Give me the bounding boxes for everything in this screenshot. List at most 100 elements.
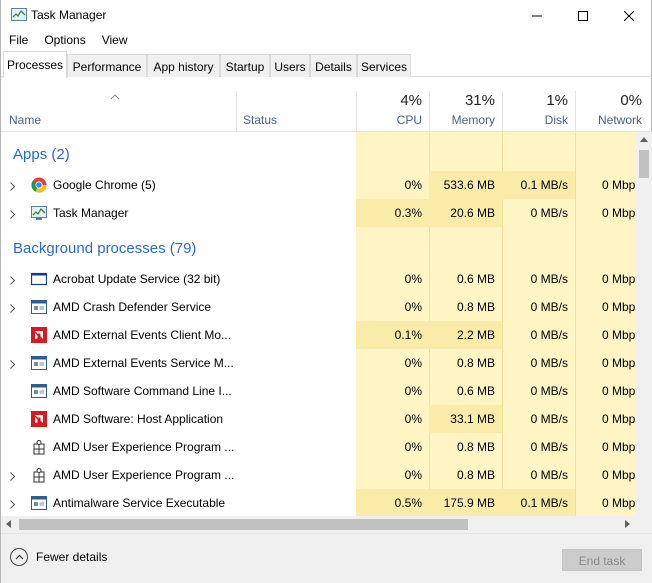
close-button[interactable]	[606, 0, 652, 31]
memory-value: 0.8 MB	[456, 300, 495, 314]
network-value: 0 Mbps	[602, 412, 636, 426]
chevron-right-icon[interactable]	[10, 498, 16, 512]
memory-value: 0.8 MB	[456, 356, 495, 370]
group-header-apps: Apps (2)	[13, 146, 70, 163]
disk-value: 0.1 MB/s	[502, 489, 575, 516]
process-row[interactable]: Acrobat Update Service (32 bit) 0% 0.6 MB 0…	[1, 265, 636, 293]
tab-startup[interactable]: Startup	[220, 54, 270, 77]
status-column-header[interactable]: Status	[237, 77, 356, 132]
process-row[interactable]: Google Chrome (5) 0% 533.6 MB 0.1 MB/s 0 Mbp…	[1, 171, 636, 199]
service-icon	[31, 355, 47, 371]
memory-value: 33.1 MB	[429, 405, 502, 433]
process-row[interactable]: AMD User Experience Program ... 0% 0.8 MB 0…	[1, 461, 636, 489]
scroll-up-icon[interactable]	[640, 137, 648, 142]
chevron-right-icon[interactable]	[10, 302, 16, 316]
memory-column-header[interactable]: 31% Memory	[429, 77, 502, 132]
process-name: AMD Software Command Line I...	[53, 384, 232, 398]
name-header-label: Name	[9, 113, 42, 127]
process-list[interactable]: Apps (2) Google Chrome (5) 0% 533.6 MB 0.1 M…	[1, 132, 636, 516]
process-name: AMD External Events Service M...	[53, 356, 234, 370]
cpu-value: 0%	[404, 440, 422, 454]
network-value: 0 Mbps	[602, 468, 636, 482]
chevron-right-icon[interactable]	[10, 274, 16, 288]
cpu-value: 0%	[404, 412, 422, 426]
process-row[interactable]: Antimalware Service Executable 0.5% 175.9 …	[1, 489, 636, 516]
disk-column-header[interactable]: 1% Disk	[502, 77, 575, 132]
network-value: 0 Mbps	[602, 328, 636, 342]
memory-value: 2.2 MB	[429, 321, 502, 349]
service-icon	[31, 495, 47, 511]
column-header: Name Status 4% CPU 31% Memory 1% Disk 0%…	[1, 77, 652, 132]
maximize-icon	[578, 10, 588, 21]
scroll-left-icon[interactable]	[6, 520, 11, 528]
process-row[interactable]: AMD Software: Host Application 0% 33.1 MB 0…	[1, 405, 636, 433]
process-name: Acrobat Update Service (32 bit)	[53, 272, 221, 286]
title-bar[interactable]: Task Manager	[1, 0, 652, 31]
process-row[interactable]: AMD External Events Service M... 0% 0.8 MB…	[1, 349, 636, 377]
chevron-right-icon[interactable]	[10, 358, 16, 372]
network-column-header[interactable]: 0% Network	[575, 77, 652, 132]
chevron-right-icon[interactable]	[10, 208, 16, 222]
tab-performance[interactable]: Performance	[67, 54, 147, 77]
tab-users[interactable]: Users	[270, 54, 310, 77]
minimize-button[interactable]	[514, 0, 560, 31]
fewer-details-button[interactable]: Fewer details	[10, 548, 107, 566]
scroll-right-icon[interactable]	[625, 520, 630, 528]
network-value: 0 Mbps	[602, 496, 636, 510]
memory-value: 0.8 MB	[456, 440, 495, 454]
process-name: Task Manager	[53, 206, 129, 220]
disk-header-label: Disk	[544, 113, 568, 127]
menu-view[interactable]: View	[94, 31, 136, 51]
process-name: AMD Crash Defender Service	[53, 300, 212, 314]
memory-value: 0.8 MB	[456, 468, 495, 482]
chevron-right-icon[interactable]	[10, 180, 16, 194]
network-value: 0 Mbps	[602, 178, 636, 192]
disk-value: 0 MB/s	[530, 356, 568, 370]
tab-bar: Processes Performance App history Startu…	[1, 51, 652, 78]
memory-value: 175.9 MB	[429, 489, 502, 516]
scrollbar-corner	[636, 516, 652, 533]
network-value: 0 Mbps	[602, 272, 636, 286]
process-name: AMD Software: Host Application	[53, 412, 224, 426]
name-column-header[interactable]: Name	[1, 77, 236, 132]
process-row[interactable]: AMD External Events Client Mo... 0.1% 2.2 …	[1, 321, 636, 349]
amd-icon	[31, 411, 47, 427]
network-value: 0 Mbps	[602, 206, 636, 220]
network-header-label: Network	[597, 113, 642, 127]
horizontal-scrollbar[interactable]	[1, 516, 636, 533]
network-value: 0 Mbps	[602, 300, 636, 314]
vertical-scroll-thumb[interactable]	[639, 150, 649, 178]
process-row[interactable]: Task Manager 0.3%20.6 MB 0 MB/s 0 Mbps	[1, 199, 636, 227]
cpu-column-header[interactable]: 4% CPU	[356, 77, 429, 132]
tab-processes[interactable]: Processes	[3, 51, 67, 78]
tab-app-history[interactable]: App history	[147, 54, 220, 77]
process-row[interactable]: AMD User Experience Program ... 0% 0.8 MB 0…	[1, 433, 636, 461]
cpu-value: 0.1%	[356, 321, 429, 349]
process-row[interactable]: AMD Crash Defender Service 0% 0.8 MB 0 MB/s…	[1, 293, 636, 321]
end-task-button[interactable]: End task	[562, 549, 642, 571]
maximize-button[interactable]	[560, 0, 606, 31]
menu-options[interactable]: Options	[36, 31, 93, 51]
horizontal-scroll-thumb[interactable]	[19, 519, 468, 530]
disk-value: 0 MB/s	[530, 206, 568, 220]
menu-file[interactable]: File	[1, 31, 36, 51]
group-header-background: Background processes (79)	[13, 240, 197, 257]
tab-services[interactable]: Services	[357, 54, 411, 77]
memory-total-percent: 31%	[464, 92, 495, 109]
chevron-right-icon[interactable]	[10, 470, 16, 484]
status-header-label: Status	[243, 113, 278, 127]
service-icon	[31, 383, 47, 399]
cpu-value: 0%	[404, 384, 422, 398]
process-row[interactable]: AMD Software Command Line I... 0% 0.6 MB 0 …	[1, 377, 636, 405]
disk-value: 0 MB/s	[530, 440, 568, 454]
cpu-header-label: CPU	[396, 113, 422, 127]
memory-header-label: Memory	[451, 113, 495, 127]
memory-value: 0.6 MB	[456, 384, 495, 398]
cpu-value: 0.5%	[356, 489, 429, 516]
tab-details[interactable]: Details	[310, 54, 357, 77]
vertical-scrollbar[interactable]	[636, 132, 652, 516]
task-manager-icon	[31, 205, 47, 221]
puzzle-icon	[31, 467, 47, 483]
cpu-value: 0.3%	[356, 199, 429, 227]
close-icon	[624, 10, 634, 21]
